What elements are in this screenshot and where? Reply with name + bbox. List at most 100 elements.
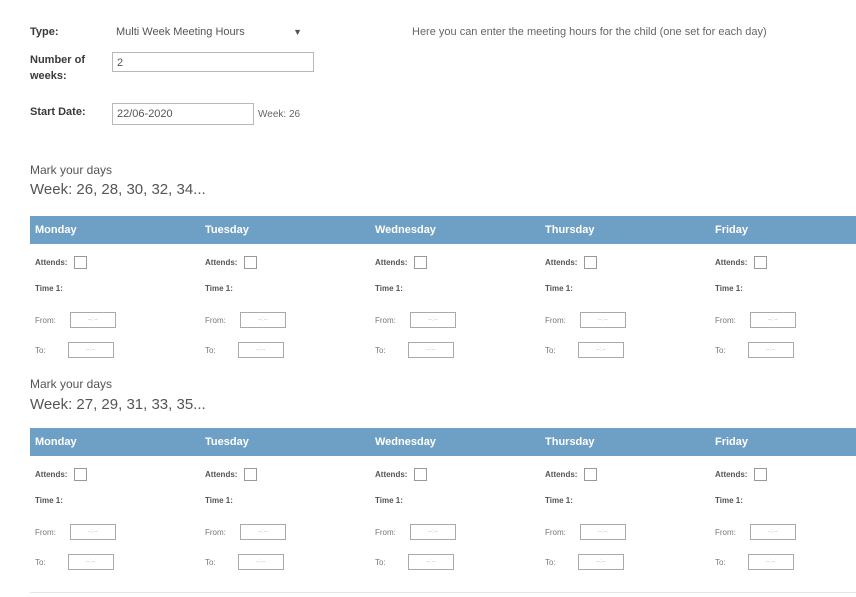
time-label: Time 1: xyxy=(545,284,573,293)
time-label: Time 1: xyxy=(545,496,573,505)
to-label: To: xyxy=(35,345,46,355)
from-row: From: --:-- xyxy=(545,312,626,328)
from-time-input[interactable]: --:-- xyxy=(749,524,796,540)
from-time-input[interactable]: --:-- xyxy=(409,524,456,540)
chevron-down-icon: ▼ xyxy=(293,27,302,37)
day-column: Attends: Time 1: From: --:-- To: --:-- xyxy=(370,246,540,364)
to-time-input[interactable]: --:-- xyxy=(407,342,454,358)
attends-row: Attends: xyxy=(35,256,88,269)
attends-row: Attends: xyxy=(545,468,598,481)
day-header-tuesday: Tuesday xyxy=(205,224,249,236)
attends-row: Attends: xyxy=(715,468,768,481)
from-row: From: --:-- xyxy=(205,524,286,540)
to-label: To: xyxy=(35,557,46,567)
time-label: Time 1: xyxy=(205,284,233,293)
time-label: Time 1: xyxy=(715,496,743,505)
attends-label: Attends: xyxy=(545,258,578,267)
attends-checkbox[interactable] xyxy=(584,468,598,481)
from-time-input[interactable]: --:-- xyxy=(749,312,796,328)
from-row: From: --:-- xyxy=(545,524,626,540)
from-label: From: xyxy=(715,315,736,325)
attends-label: Attends: xyxy=(715,258,748,267)
attends-row: Attends: xyxy=(545,256,598,269)
to-label: To: xyxy=(375,345,386,355)
from-label: From: xyxy=(205,315,226,325)
week-title-2: Week: 27, 29, 31, 33, 35... xyxy=(30,396,206,413)
type-select[interactable]: Multi Week Meeting Hours ▼ xyxy=(112,22,312,42)
to-row: To: --:-- xyxy=(205,554,284,570)
to-time-input[interactable]: --:-- xyxy=(577,342,624,358)
day-column: Attends: Time 1: From: --:-- To: --:-- xyxy=(540,458,710,576)
to-label: To: xyxy=(545,345,556,355)
day-column: Attends: Time 1: From: --:-- To: --:-- xyxy=(200,246,370,364)
to-time-input[interactable]: --:-- xyxy=(747,342,794,358)
from-time-input[interactable]: --:-- xyxy=(239,524,286,540)
type-label: Type: xyxy=(30,26,59,38)
mark-days-label-1: Mark your days xyxy=(30,163,113,177)
from-time-input[interactable]: --:-- xyxy=(409,312,456,328)
from-label: From: xyxy=(545,527,566,537)
to-label: To: xyxy=(205,557,216,567)
number-of-weeks-input[interactable]: 2 xyxy=(112,52,314,72)
from-label: From: xyxy=(35,527,56,537)
from-label: From: xyxy=(715,527,736,537)
to-row: To: --:-- xyxy=(35,342,114,358)
mark-days-label-2: Mark your days xyxy=(30,377,113,391)
time-label: Time 1: xyxy=(375,496,403,505)
attends-checkbox[interactable] xyxy=(244,468,258,481)
to-time-input[interactable]: --:-- xyxy=(747,554,794,570)
to-time-input[interactable]: --:-- xyxy=(407,554,454,570)
day-header-thursday: Thursday xyxy=(545,436,595,448)
attends-checkbox[interactable] xyxy=(244,256,258,269)
to-time-input[interactable]: --:-- xyxy=(67,342,114,358)
attends-checkbox[interactable] xyxy=(414,256,428,269)
time-label: Time 1: xyxy=(35,284,63,293)
from-label: From: xyxy=(375,315,396,325)
to-row: To: --:-- xyxy=(715,554,794,570)
to-label: To: xyxy=(715,345,726,355)
attends-label: Attends: xyxy=(205,258,238,267)
from-row: From: --:-- xyxy=(205,312,286,328)
start-date-label: Start Date: xyxy=(30,106,86,118)
from-time-input[interactable]: --:-- xyxy=(239,312,286,328)
attends-checkbox[interactable] xyxy=(584,256,598,269)
day-header-monday: Monday xyxy=(35,436,77,448)
from-time-input[interactable]: --:-- xyxy=(579,312,626,328)
to-time-input[interactable]: --:-- xyxy=(237,342,284,358)
from-time-input[interactable]: --:-- xyxy=(579,524,626,540)
to-row: To: --:-- xyxy=(205,342,284,358)
to-row: To: --:-- xyxy=(375,554,454,570)
attends-row: Attends: xyxy=(205,256,258,269)
attends-checkbox[interactable] xyxy=(74,256,88,269)
day-column: Attends: Time 1: From: --:-- To: --:-- xyxy=(200,458,370,576)
day-column: Attends: Time 1: From: --:-- To: --:-- xyxy=(30,246,200,364)
from-time-input[interactable]: --:-- xyxy=(69,524,116,540)
to-label: To: xyxy=(715,557,726,567)
from-label: From: xyxy=(545,315,566,325)
to-row: To: --:-- xyxy=(715,342,794,358)
to-time-input[interactable]: --:-- xyxy=(237,554,284,570)
to-label: To: xyxy=(545,557,556,567)
day-grid-2: Attends: Time 1: From: --:-- To: --:-- Att… xyxy=(30,458,856,576)
week-title-1: Week: 26, 28, 30, 32, 34... xyxy=(30,181,206,198)
to-row: To: --:-- xyxy=(545,554,624,570)
weeks-label-line1: Number of xyxy=(30,54,85,66)
from-time-input[interactable]: --:-- xyxy=(69,312,116,328)
day-header-wednesday: Wednesday xyxy=(375,224,436,236)
to-time-input[interactable]: --:-- xyxy=(577,554,624,570)
time-label: Time 1: xyxy=(715,284,743,293)
from-label: From: xyxy=(375,527,396,537)
start-date-input[interactable]: 22/06-2020 xyxy=(112,103,254,125)
day-header-thursday: Thursday xyxy=(545,224,595,236)
day-column: Attends: Time 1: From: --:-- To: --:-- xyxy=(710,458,856,576)
attends-checkbox[interactable] xyxy=(74,468,88,481)
attends-checkbox[interactable] xyxy=(754,468,768,481)
attends-checkbox[interactable] xyxy=(414,468,428,481)
from-row: From: --:-- xyxy=(715,312,796,328)
attends-label: Attends: xyxy=(375,258,408,267)
start-week-text: Week: 26 xyxy=(258,109,301,120)
to-time-input[interactable]: --:-- xyxy=(67,554,114,570)
day-header-wednesday: Wednesday xyxy=(375,436,436,448)
attends-checkbox[interactable] xyxy=(754,256,768,269)
attends-label: Attends: xyxy=(545,470,578,479)
